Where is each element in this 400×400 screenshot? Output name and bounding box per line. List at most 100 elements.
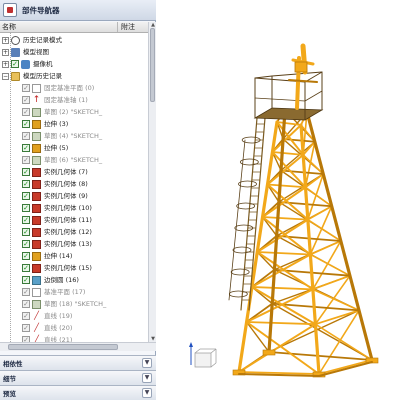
- ladder-cage-bar[interactable]: [228, 139, 246, 301]
- tree-node[interactable]: + 模型视图: [0, 46, 148, 58]
- tree-node[interactable]: + 历史记录模式: [0, 34, 148, 46]
- chevron-down-icon[interactable]: ▼: [142, 373, 152, 383]
- visibility-checkbox[interactable]: ✓: [22, 216, 30, 224]
- ladder-cage-hoop[interactable]: [232, 246, 252, 254]
- visibility-checkbox[interactable]: ✓: [22, 156, 30, 164]
- visibility-checkbox[interactable]: ✓: [22, 120, 30, 128]
- visibility-checkbox[interactable]: ✓: [22, 96, 30, 104]
- vertical-scroll-thumb[interactable]: [150, 28, 155, 102]
- ladder-cage-hoop[interactable]: [228, 290, 248, 298]
- chevron-down-icon[interactable]: ▼: [142, 358, 152, 368]
- graphics-window[interactable]: [157, 0, 400, 400]
- vertical-scrollbar[interactable]: ▲ ▼: [148, 22, 156, 342]
- top-platform[interactable]: [253, 107, 324, 121]
- base-foot[interactable]: [262, 349, 276, 356]
- collapse-icon[interactable]: −: [2, 72, 9, 80]
- tree-node[interactable]: ✓ 实例几何体 (9): [0, 190, 148, 202]
- visibility-checkbox[interactable]: ✓: [22, 324, 30, 332]
- sketch-icon: [32, 155, 41, 165]
- horizontal-strut[interactable]: [261, 216, 309, 221]
- column-header-note[interactable]: 附注: [118, 22, 148, 32]
- tree-node[interactable]: ✓ 草图 (6) "SKETCH_: [0, 154, 148, 166]
- tree-node[interactable]: ✓ 草图 (4) "SKETCH_: [0, 130, 148, 142]
- tree-node[interactable]: ✓ 草图 (18) "SKETCH_: [0, 298, 148, 310]
- top-crossarm[interactable]: [288, 79, 318, 83]
- visibility-checkbox[interactable]: ✓: [22, 300, 30, 308]
- tree-node[interactable]: ✓ ╱ 直线 (20): [0, 322, 148, 334]
- tree-node-label: 实例几何体 (10): [44, 204, 92, 212]
- horizontal-strut[interactable]: [256, 251, 312, 256]
- visibility-checkbox[interactable]: ✓: [22, 168, 30, 176]
- top-head[interactable]: [294, 61, 308, 73]
- front-brace[interactable]: [238, 323, 317, 373]
- tree-node[interactable]: ✓ 实例几何体 (10): [0, 202, 148, 214]
- section-preview[interactable]: 预览 ▼: [0, 385, 156, 400]
- tree-node[interactable]: ✓ 实例几何体 (13): [0, 238, 148, 250]
- tree-node[interactable]: ✓ ╱ 直线 (19): [0, 310, 148, 322]
- visibility-checkbox[interactable]: ✓: [22, 144, 30, 152]
- tree-node[interactable]: ✓ 实例几何体 (12): [0, 226, 148, 238]
- column-header-name[interactable]: 名称: [0, 22, 118, 32]
- tree-node[interactable]: ✓ 拉伸 (14): [0, 250, 148, 262]
- railing-bar[interactable]: [254, 75, 273, 79]
- base-beam[interactable]: [318, 361, 373, 377]
- visibility-checkbox[interactable]: ✓: [22, 264, 30, 272]
- visibility-checkbox[interactable]: ✓: [22, 108, 30, 116]
- ladder-cage-hoop[interactable]: [236, 202, 256, 210]
- ladder-rail[interactable]: [240, 117, 258, 311]
- tree-node[interactable]: ✓ 实例几何体 (7): [0, 166, 148, 178]
- visibility-checkbox[interactable]: ✓: [22, 192, 30, 200]
- visibility-checkbox[interactable]: ✓: [22, 312, 30, 320]
- tree-node[interactable]: ✓ 实例几何体 (15): [0, 262, 148, 274]
- horizontal-strut[interactable]: [266, 183, 307, 189]
- clock-icon: [11, 35, 20, 45]
- tree-node-label: 实例几何体 (9): [44, 192, 88, 200]
- part-navigator-panel: 部件导航器 名称 附注 + 历史记录模式 + 模型视图 + ✓ 摄像机 − 模型历史记录 ✓ 固定基…: [0, 0, 156, 400]
- tree-node[interactable]: ✓ 草图 (2) "SKETCH_: [0, 106, 148, 118]
- horizontal-strut[interactable]: [251, 286, 314, 291]
- section-dependencies[interactable]: 相依性 ▼: [0, 355, 156, 370]
- horizontal-strut[interactable]: [282, 138, 316, 143]
- tree-node[interactable]: ✓ 拉伸 (3): [0, 118, 148, 130]
- chevron-down-icon[interactable]: ▼: [142, 388, 152, 398]
- side-brace[interactable]: [245, 321, 270, 353]
- tree-node[interactable]: ✓ 实例几何体 (11): [0, 214, 148, 226]
- lattice-tower-model[interactable]: [228, 43, 379, 378]
- visibility-checkbox[interactable]: ✓: [22, 180, 30, 188]
- horizontal-strut[interactable]: [268, 351, 373, 361]
- section-details[interactable]: 细节 ▼: [0, 370, 156, 385]
- expand-icon[interactable]: +: [2, 36, 9, 44]
- horizontal-scroll-thumb[interactable]: [8, 344, 118, 350]
- visibility-checkbox[interactable]: ✓: [22, 240, 30, 248]
- expand-icon[interactable]: +: [2, 60, 9, 68]
- visibility-checkbox[interactable]: ✓: [22, 132, 30, 140]
- tree-node[interactable]: ✓ 固定基准平面 (0): [0, 82, 148, 94]
- tree-node-label: 拉伸 (3): [44, 120, 69, 128]
- visibility-checkbox[interactable]: ✓: [22, 252, 30, 260]
- tree-node[interactable]: ✓ 基准平面 (17): [0, 286, 148, 298]
- ladder-cage-hoop[interactable]: [230, 268, 250, 276]
- views-icon: [11, 47, 20, 57]
- tree-node[interactable]: ✓ 拉伸 (5): [0, 142, 148, 154]
- visibility-checkbox[interactable]: ✓: [22, 288, 30, 296]
- expand-icon[interactable]: +: [2, 48, 9, 56]
- tree-node-label: 草图 (4) "SKETCH_: [44, 132, 103, 140]
- visibility-checkbox[interactable]: ✓: [22, 228, 30, 236]
- tree-node[interactable]: + ✓ 摄像机: [0, 58, 148, 70]
- tree-node-label: 摄像机: [33, 60, 53, 68]
- tree-node[interactable]: ✓ ╱ 直线 (21): [0, 334, 148, 342]
- tree-node[interactable]: ✓ 实例几何体 (8): [0, 178, 148, 190]
- railing-bar[interactable]: [304, 90, 323, 102]
- visibility-checkbox[interactable]: ✓: [11, 60, 19, 68]
- horizontal-scrollbar[interactable]: [0, 342, 156, 351]
- visibility-checkbox[interactable]: ✓: [22, 204, 30, 212]
- tree-node[interactable]: − 模型历史记录: [0, 70, 148, 82]
- horizontal-strut[interactable]: [280, 169, 325, 175]
- visibility-checkbox[interactable]: ✓: [22, 84, 30, 92]
- tree-node[interactable]: ✓ ↑ 固定基准轴 (1): [0, 94, 148, 106]
- visibility-checkbox[interactable]: ✓: [22, 276, 30, 284]
- tree-node[interactable]: ✓ 边倒圆 (16): [0, 274, 148, 286]
- side-brace[interactable]: [312, 240, 342, 291]
- tower-model-view[interactable]: [157, 0, 400, 400]
- camera-icon: [21, 59, 30, 69]
